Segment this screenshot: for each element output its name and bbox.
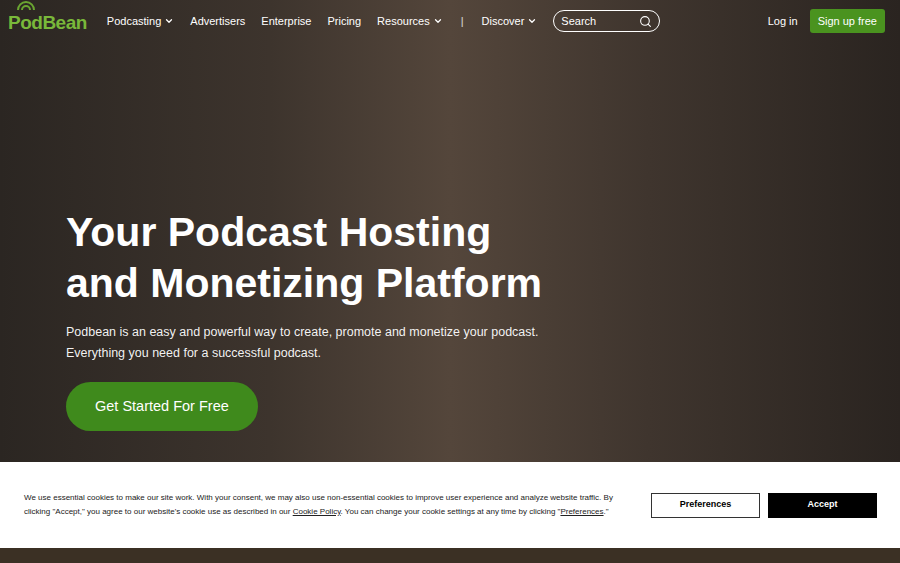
- dropdown-caret-icon: [433, 16, 443, 26]
- nav-item[interactable]: Discover: [482, 13, 538, 30]
- login-link[interactable]: Log in: [768, 13, 798, 30]
- logo-signal-icon: [15, 1, 37, 11]
- top-nav: PodBean Podcasting Advertisers Enterprise Pr…: [0, 0, 900, 42]
- nav-item[interactable]: Pricing: [327, 13, 361, 30]
- preferences-button[interactable]: Preferences: [651, 493, 760, 518]
- nav-separator: |: [459, 13, 466, 30]
- cookie-text: We use essential cookies to make our sit…: [24, 491, 629, 520]
- hero: Your Podcast Hostingand Monetizing Platf…: [0, 42, 900, 462]
- hero-heading: Your Podcast Hostingand Monetizing Platf…: [66, 207, 900, 309]
- hero-bottom-strip: [0, 548, 900, 563]
- page: PodBean Podcasting Advertisers Enterprise Pr…: [0, 0, 900, 563]
- hero-description: Podbean is an easy and powerful way to c…: [66, 322, 561, 364]
- nav-item[interactable]: Advertisers: [190, 13, 245, 30]
- nav-item[interactable]: Podcasting: [107, 13, 174, 30]
- nav-menu: Podcasting Advertisers Enterprise Pricing Re…: [107, 13, 537, 30]
- cookie-banner: We use essential cookies to make our sit…: [0, 462, 900, 548]
- cookie-link[interactable]: Cookie Policy: [293, 507, 341, 516]
- search-input[interactable]: [561, 13, 635, 30]
- cookie-link[interactable]: Preferences: [560, 507, 603, 516]
- dropdown-caret-icon: [164, 16, 174, 26]
- nav-item[interactable]: Enterprise: [261, 13, 311, 30]
- dropdown-caret-icon: [527, 16, 537, 26]
- nav-item[interactable]: Resources: [377, 13, 443, 30]
- logo[interactable]: PodBean: [8, 7, 87, 35]
- get-started-button[interactable]: Get Started For Free: [66, 382, 258, 431]
- search-icon: [639, 15, 652, 28]
- search-box[interactable]: [553, 10, 660, 32]
- accept-button[interactable]: Accept: [768, 493, 877, 518]
- signup-button[interactable]: Sign up free: [810, 9, 885, 34]
